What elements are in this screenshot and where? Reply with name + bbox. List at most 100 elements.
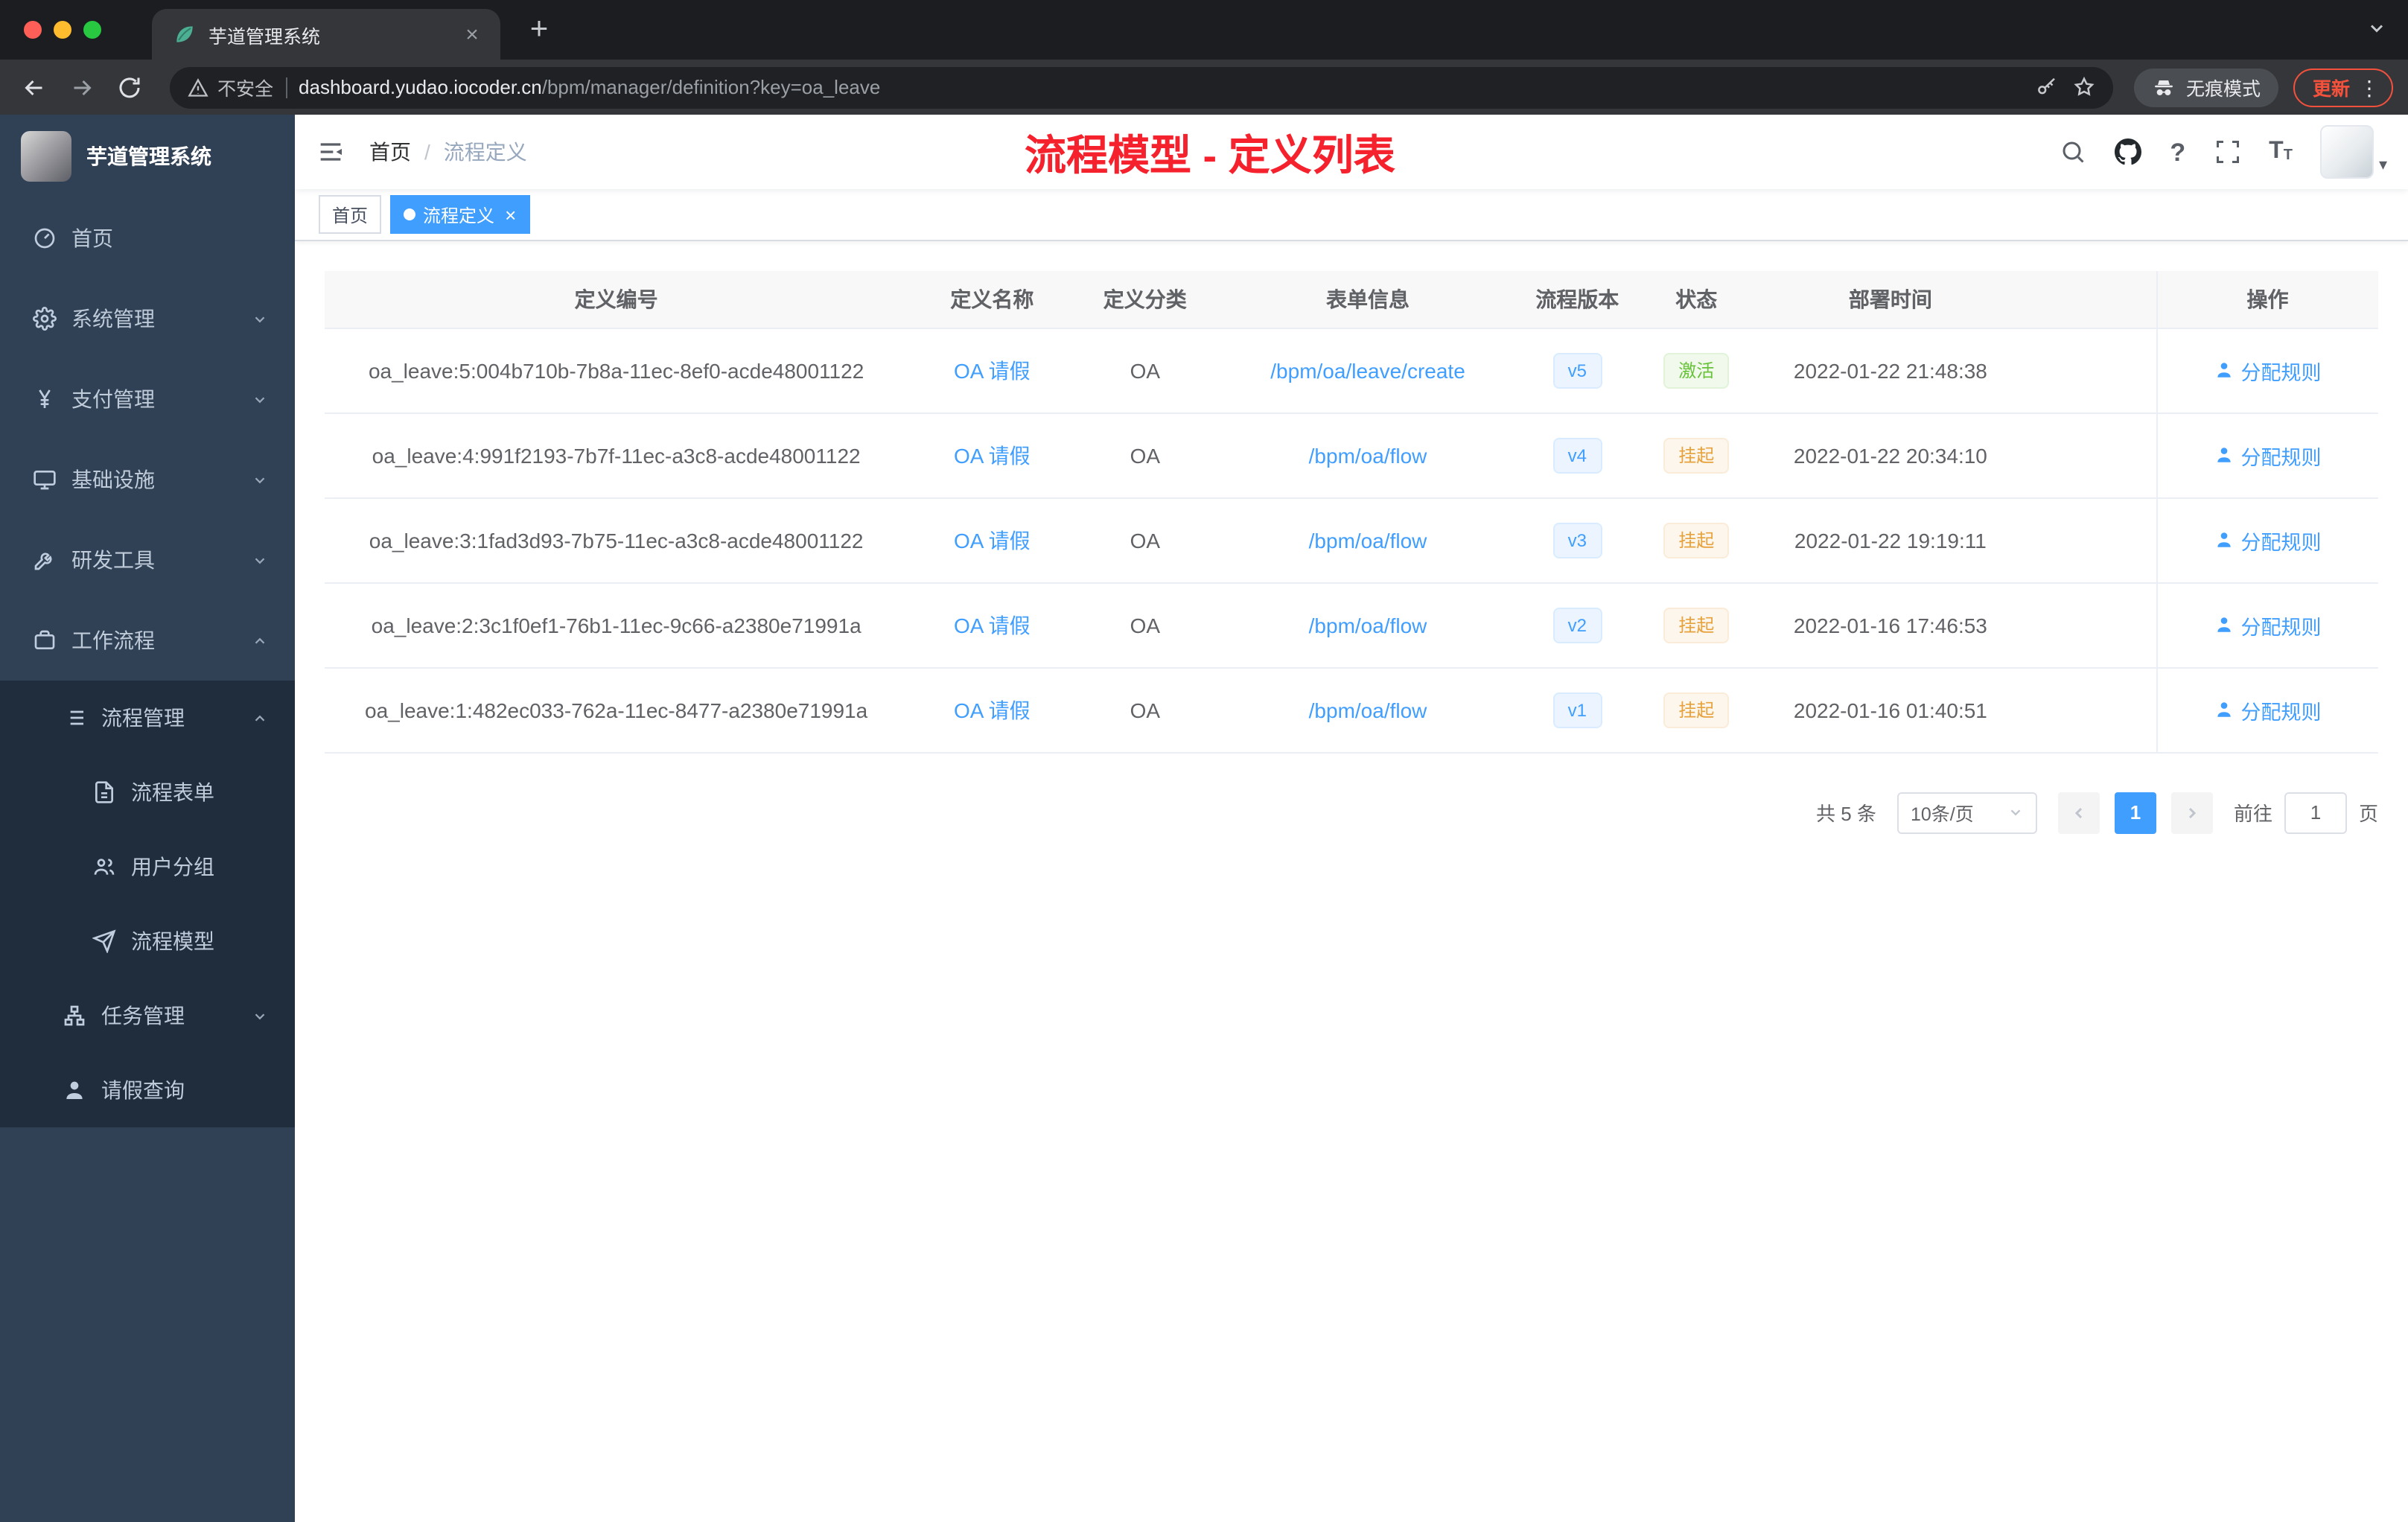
chevron-down-icon (252, 552, 268, 568)
goto-page: 前往 页 (2234, 792, 2378, 833)
definition-id: oa_leave:3:1fad3d93-7b75-11ec-a3c8-acde4… (325, 497, 908, 583)
incognito-icon (2152, 75, 2176, 99)
form-info-link[interactable]: /bpm/oa/flow (1309, 698, 1427, 722)
browser-tab[interactable]: 芋道管理系统 × (152, 9, 500, 60)
sidebar-collapse-icon[interactable] (316, 137, 345, 167)
definition-category: OA (1076, 667, 1214, 753)
sidebar-item-label: 流程表单 (131, 780, 214, 804)
help-icon[interactable]: ? (2170, 139, 2185, 165)
sidebar-item-workflow[interactable]: 工作流程 (0, 600, 295, 681)
browser-window: 芋道管理系统 × + 不安全 dashboard.yudao.iocoder.c… (0, 0, 2408, 1522)
new-tab-button[interactable]: + (518, 9, 560, 51)
definition-category: OA (1076, 413, 1214, 498)
sidebar-item-leave-query[interactable]: 请假查询 (0, 1053, 295, 1127)
deploy-time: 2022-01-16 01:40:51 (1759, 667, 2021, 753)
table-row: oa_leave:1:482ec033-762a-11ec-8477-a2380… (325, 667, 2378, 753)
definition-id: oa_leave:1:482ec033-762a-11ec-8477-a2380… (325, 667, 908, 753)
status-badge: 挂起 (1663, 607, 1730, 643)
page-size-select[interactable]: 10条/页 (1896, 792, 2037, 833)
page-url: dashboard.yudao.iocoder.cn/bpm/manager/d… (299, 76, 2024, 98)
yen-icon (33, 387, 57, 411)
col-header-process-version: 流程版本 (1521, 271, 1633, 328)
tag-close-icon[interactable]: × (505, 205, 516, 224)
list-icon (63, 706, 86, 730)
sidebar-item-process-form[interactable]: 流程表单 (0, 755, 295, 830)
browser-menu-kebab-icon[interactable]: ⋮ (2359, 77, 2380, 98)
active-tag-dot (404, 208, 416, 220)
sidebar-item-infrastructure[interactable]: 基础设施 (0, 439, 295, 520)
zoom-window-button[interactable] (83, 21, 101, 39)
monitor-icon (33, 468, 57, 491)
search-icon[interactable] (2060, 138, 2086, 165)
spacer-cell (2021, 667, 2156, 753)
breadcrumb-home[interactable]: 首页 (369, 137, 411, 167)
tag-process-definition[interactable]: 流程定义 × (390, 195, 530, 234)
definition-category: OA (1076, 497, 1214, 583)
github-icon[interactable] (2115, 138, 2142, 165)
org-tree-icon (63, 1004, 86, 1028)
form-info-link[interactable]: /bpm/oa/flow (1309, 443, 1427, 467)
definition-name-link[interactable]: OA 请假 (954, 613, 1031, 637)
col-header-definition-name: 定义名称 (908, 271, 1077, 328)
form-info-link[interactable]: /bpm/oa/flow (1309, 528, 1427, 552)
password-key-icon[interactable] (2036, 76, 2058, 98)
definition-name-link[interactable]: OA 请假 (954, 528, 1031, 552)
user-icon (63, 1078, 86, 1102)
bookmark-star-icon[interactable] (2073, 76, 2095, 98)
status-badge: 挂起 (1663, 437, 1730, 473)
tab-close-icon[interactable]: × (459, 21, 485, 48)
sidebar-item-task-management[interactable]: 任务管理 (0, 978, 295, 1053)
pagination-total: 共 5 条 (1816, 803, 1876, 825)
definition-id: oa_leave:5:004b710b-7b8a-11ec-8ef0-acde4… (325, 328, 908, 413)
tab-search-chevron-icon[interactable] (2366, 18, 2387, 39)
sidebar-item-label: 任务管理 (101, 1004, 185, 1028)
page-number-button[interactable]: 1 (2114, 792, 2156, 833)
form-info-link[interactable]: /bpm/oa/flow (1309, 613, 1427, 637)
definition-name-link[interactable]: OA 请假 (954, 443, 1031, 467)
sidebar-item-process-model[interactable]: 流程模型 (0, 904, 295, 978)
back-icon[interactable] (15, 68, 54, 106)
assign-rule-link[interactable]: 分配规则 (2214, 355, 2322, 385)
deploy-time: 2022-01-16 17:46:53 (1759, 582, 2021, 668)
sidebar-item-user-group[interactable]: 用户分组 (0, 830, 295, 904)
chevron-left-icon (2070, 803, 2088, 821)
user-icon (2214, 615, 2234, 634)
user-avatar-menu[interactable]: ▾ (2320, 125, 2387, 179)
deploy-time: 2022-01-22 21:48:38 (1759, 328, 2021, 413)
assign-rule-link[interactable]: 分配规则 (2214, 525, 2322, 555)
reload-icon[interactable] (110, 68, 149, 106)
sidebar-item-payment-management[interactable]: 支付管理 (0, 359, 295, 439)
sidebar-item-system-management[interactable]: 系统管理 (0, 278, 295, 359)
assign-rule-link[interactable]: 分配规则 (2214, 440, 2322, 470)
next-page-button[interactable] (2170, 792, 2213, 833)
goto-page-input[interactable] (2284, 792, 2347, 833)
sidebar-item-dev-tools[interactable]: 研发工具 (0, 520, 295, 600)
assign-rule-link[interactable]: 分配规则 (2214, 610, 2322, 640)
pager: 1 (2057, 792, 2213, 833)
deploy-time: 2022-01-22 19:19:11 (1759, 497, 2021, 583)
assign-rule-link[interactable]: 分配规则 (2214, 695, 2322, 725)
sidebar-logo[interactable]: 芋道管理系统 (0, 115, 295, 198)
close-window-button[interactable] (24, 21, 42, 39)
definition-name-link[interactable]: OA 请假 (954, 698, 1031, 722)
fullscreen-icon[interactable] (2214, 138, 2240, 165)
spacer-cell (2021, 328, 2156, 413)
tag-home[interactable]: 首页 (319, 195, 382, 234)
definition-name-link[interactable]: OA 请假 (954, 358, 1031, 382)
col-header-deploy-time: 部署时间 (1759, 271, 2021, 328)
sidebar-item-label: 基础设施 (71, 468, 155, 491)
prev-page-button[interactable] (2057, 792, 2100, 833)
minimize-window-button[interactable] (54, 21, 71, 39)
form-info-link[interactable]: /bpm/oa/leave/create (1270, 358, 1465, 382)
forward-icon[interactable] (63, 68, 101, 106)
sidebar-item-home[interactable]: 首页 (0, 198, 295, 278)
incognito-badge: 无痕模式 (2133, 68, 2278, 106)
browser-update-button[interactable]: 更新 ⋮ (2293, 68, 2393, 106)
version-badge: v2 (1552, 607, 1602, 643)
address-bar[interactable]: 不安全 dashboard.yudao.iocoder.cn/bpm/manag… (170, 66, 2113, 108)
site-favicon-icon (173, 22, 197, 46)
status-badge: 挂起 (1663, 522, 1730, 558)
sidebar-item-process-management[interactable]: 流程管理 (0, 681, 295, 755)
security-chip[interactable]: 不安全 (188, 73, 273, 101)
font-size-icon[interactable]: TT (2269, 139, 2293, 164)
